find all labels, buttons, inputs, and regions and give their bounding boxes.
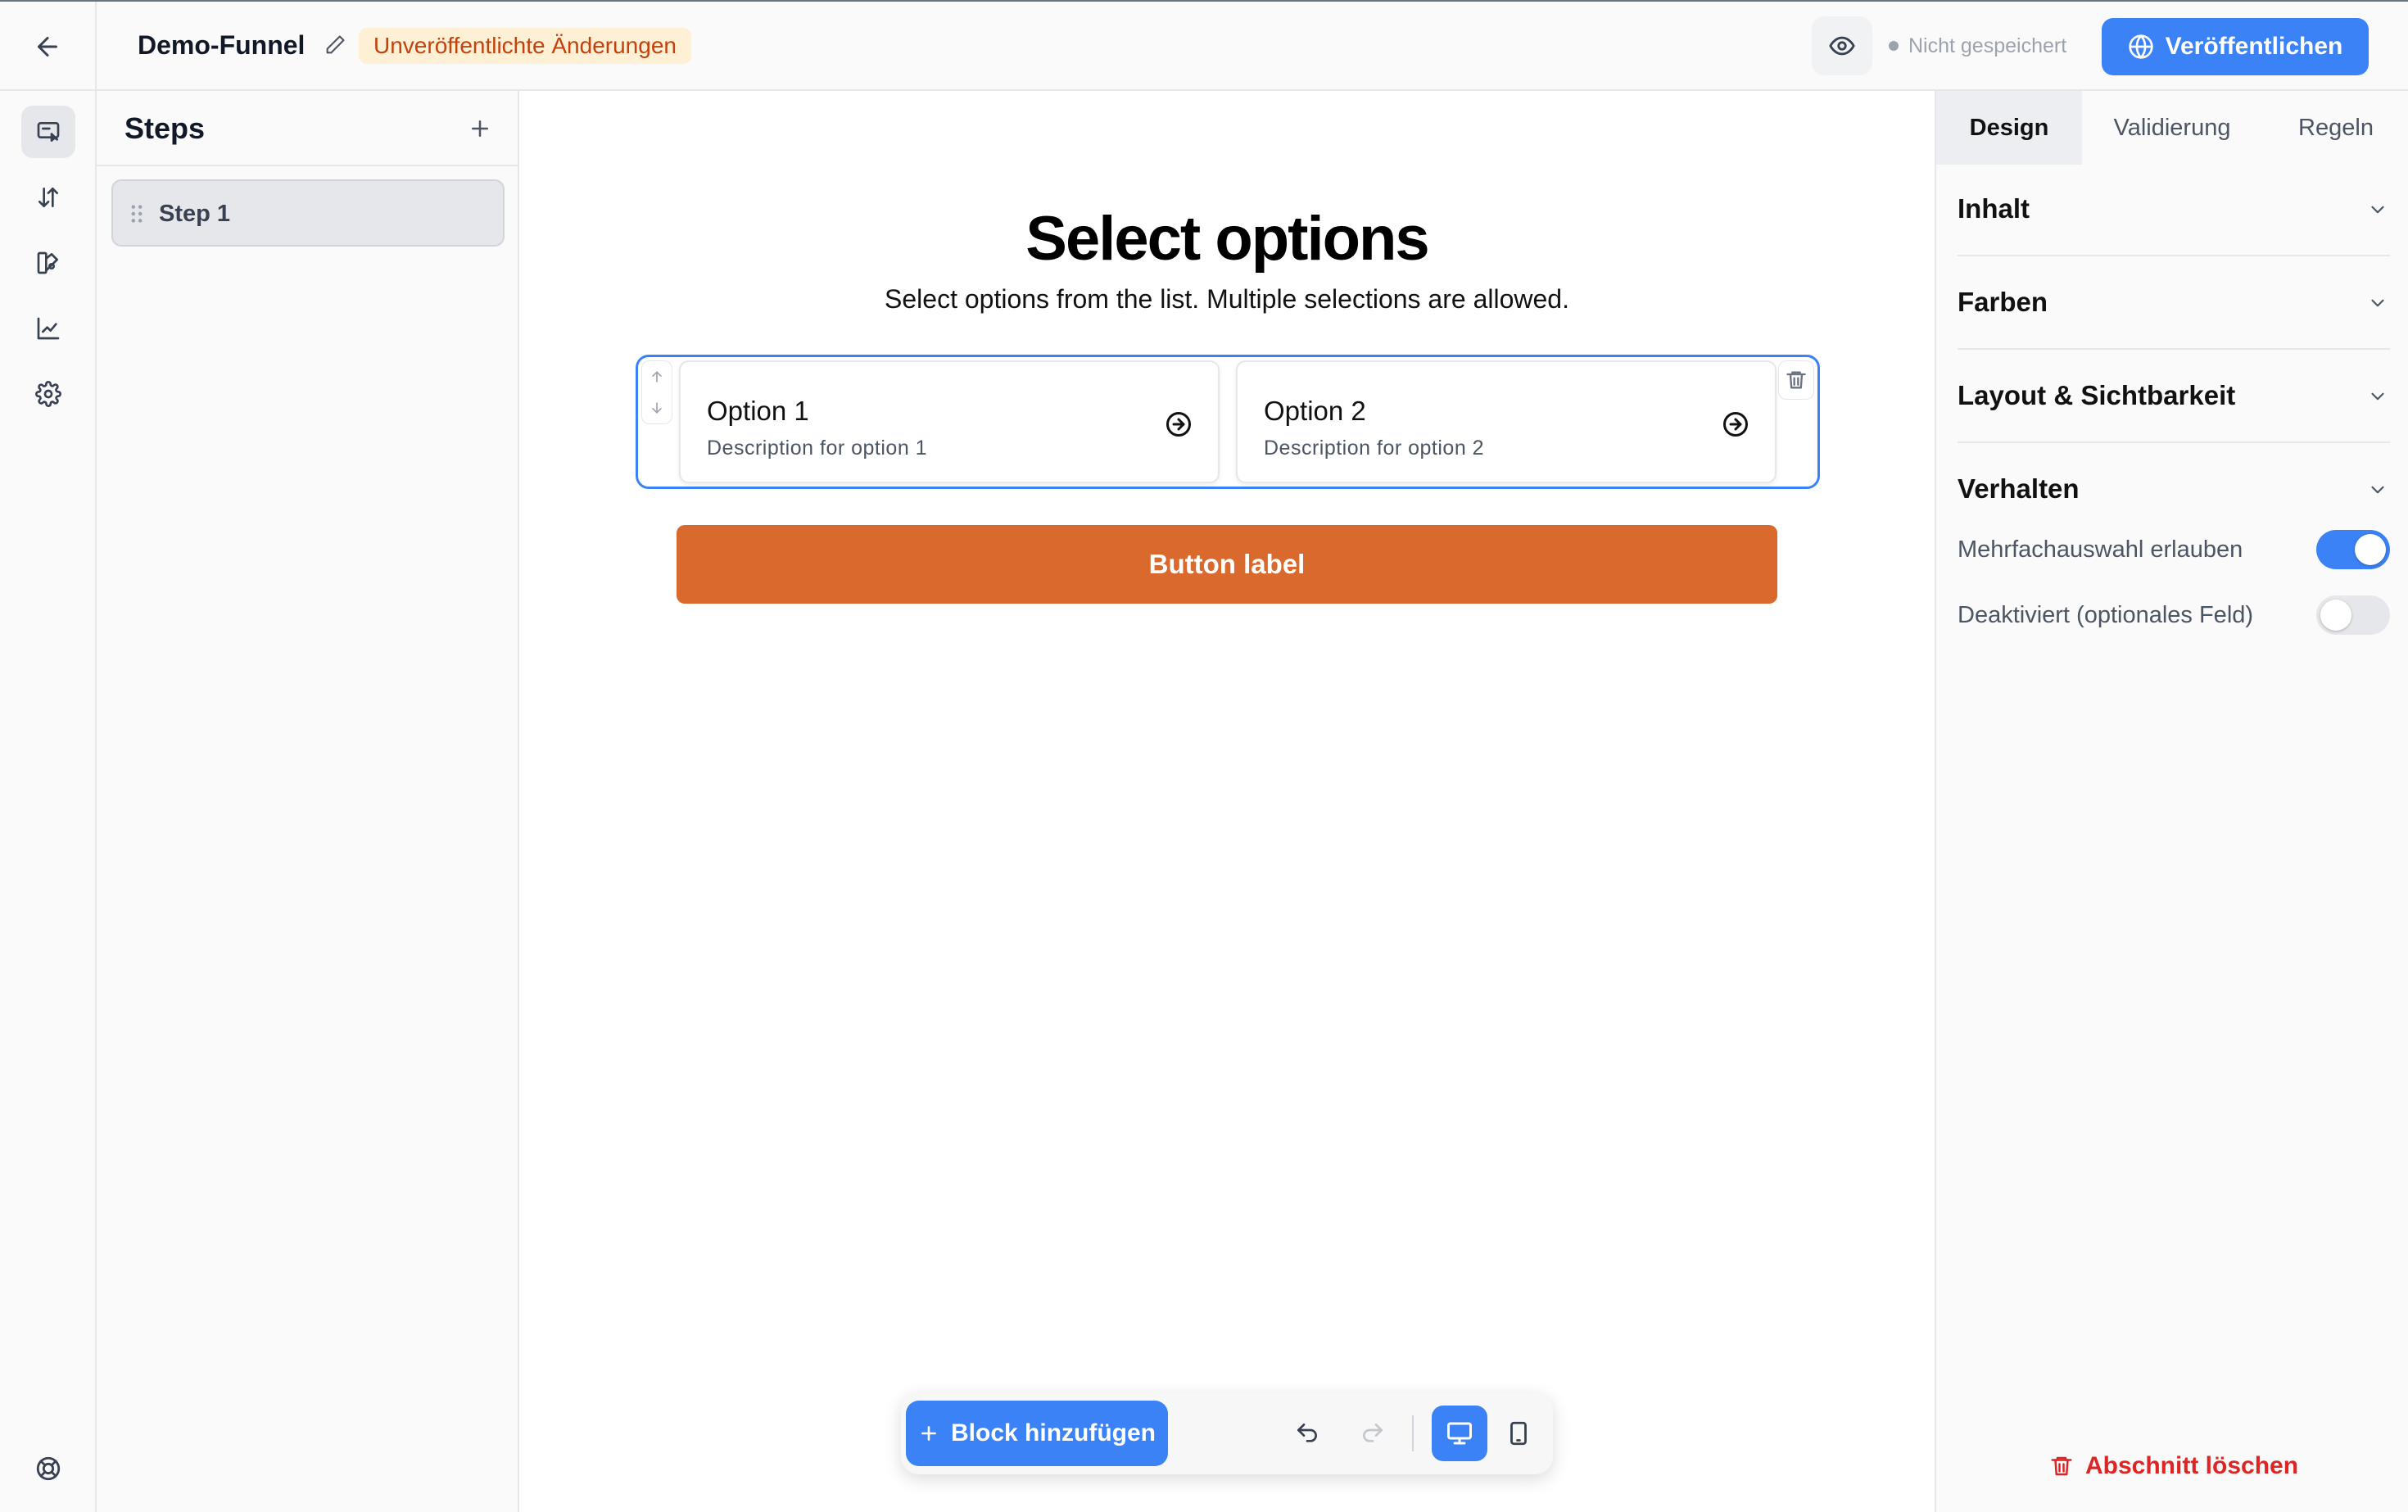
arrow-circle-right-icon bbox=[1166, 412, 1191, 437]
section-label: Farben bbox=[1958, 287, 2048, 317]
mobile-view-button[interactable] bbox=[1491, 1406, 1546, 1461]
delete-section-label: Abschnitt löschen bbox=[2085, 1452, 2299, 1479]
toolbar-divider bbox=[1412, 1415, 1414, 1451]
steps-title: Steps bbox=[124, 111, 206, 145]
left-rail bbox=[0, 91, 97, 1512]
move-controls bbox=[641, 360, 672, 424]
option-title: Option 2 bbox=[1264, 396, 1366, 426]
theme-icon bbox=[37, 251, 58, 274]
trash-icon bbox=[2051, 1456, 2072, 1476]
add-block-button[interactable]: Block hinzufügen bbox=[906, 1401, 1168, 1466]
section-inhalt[interactable]: Inhalt bbox=[1958, 165, 2390, 256]
unpublished-badge: Unveröffentlichte Änderungen bbox=[359, 28, 691, 64]
tab-validierung[interactable]: Validierung bbox=[2082, 91, 2262, 165]
status-dot-icon bbox=[1889, 41, 1899, 51]
multi-select-row: Mehrfachauswahl erlauben bbox=[1958, 525, 2390, 574]
toggle-knob bbox=[2355, 534, 2386, 565]
editor-icon bbox=[37, 122, 60, 142]
section-label: Layout & Sichtbarkeit bbox=[1958, 380, 2236, 410]
top-bar: Demo-Funnel Unveröffentlichte Änderungen… bbox=[0, 0, 2408, 91]
funnel-title: Demo-Funnel bbox=[138, 30, 306, 60]
toggle-knob bbox=[2320, 600, 2351, 631]
delete-section-button[interactable]: Abschnitt löschen bbox=[2049, 1446, 2298, 1487]
globe-icon bbox=[2128, 34, 2153, 59]
redo-button[interactable] bbox=[1350, 1410, 1396, 1456]
step-label: Step 1 bbox=[159, 201, 231, 227]
option-card[interactable]: Option 2 Description for option 2 bbox=[1236, 360, 1777, 483]
section-verhalten[interactable]: Verhalten bbox=[1958, 445, 2390, 536]
eye-icon bbox=[1829, 36, 1855, 56]
rail-editor[interactable] bbox=[21, 106, 75, 158]
section-label: Verhalten bbox=[1958, 473, 2080, 504]
rail-theme[interactable] bbox=[21, 237, 75, 289]
cta-button[interactable]: Button label bbox=[677, 525, 1777, 604]
properties-panel: Design Validierung Regeln Inhalt Farben … bbox=[1935, 91, 2408, 1512]
multi-select-label: Mehrfachauswahl erlauben bbox=[1958, 536, 2243, 563]
chevron-down-icon bbox=[2371, 299, 2384, 307]
step-item[interactable]: Step 1 bbox=[111, 179, 505, 247]
block-subheading[interactable]: Select options from the list. Multiple s… bbox=[519, 281, 1935, 317]
sort-icon bbox=[38, 188, 58, 207]
delete-block-button[interactable] bbox=[1778, 360, 1814, 400]
arrow-up-icon[interactable] bbox=[649, 369, 665, 385]
device-switcher bbox=[1424, 1401, 1546, 1466]
block-heading[interactable]: Select options bbox=[519, 202, 1935, 276]
chevron-down-icon bbox=[2371, 486, 2384, 494]
disabled-toggle[interactable] bbox=[2316, 595, 2390, 635]
chart-icon bbox=[37, 317, 60, 340]
drag-handle-icon[interactable] bbox=[129, 202, 144, 225]
add-block-label: Block hinzufügen bbox=[951, 1419, 1156, 1446]
option-title: Option 1 bbox=[707, 396, 809, 426]
preview-button[interactable] bbox=[1812, 16, 1872, 75]
option-description: Description for option 2 bbox=[1264, 437, 1485, 459]
tab-design[interactable]: Design bbox=[1936, 91, 2082, 165]
section-layout[interactable]: Layout & Sichtbarkeit bbox=[1958, 351, 2390, 443]
arrow-left-icon bbox=[38, 36, 57, 57]
arrow-circle-right-icon bbox=[1723, 412, 1748, 437]
monitor-icon bbox=[1447, 1422, 1472, 1445]
rail-help[interactable] bbox=[21, 1442, 75, 1495]
options-block[interactable]: Option 1 Description for option 1 Option… bbox=[636, 355, 1820, 489]
chevron-down-icon bbox=[2371, 206, 2384, 214]
pencil-icon bbox=[326, 35, 345, 54]
save-status-text: Nicht gespeichert bbox=[1908, 34, 2067, 57]
save-status: Nicht gespeichert bbox=[1889, 31, 2066, 61]
tablet-icon bbox=[1510, 1421, 1527, 1446]
trash-icon bbox=[1786, 371, 1806, 389]
lifebuoy-icon bbox=[36, 1456, 61, 1481]
rail-settings[interactable] bbox=[21, 368, 75, 420]
chevron-down-icon bbox=[2371, 392, 2384, 401]
section-label: Inhalt bbox=[1958, 193, 2030, 224]
redo-icon bbox=[1363, 1424, 1383, 1442]
steps-header: Steps bbox=[97, 91, 518, 166]
properties-tabs: Design Validierung Regeln bbox=[1936, 91, 2408, 165]
publish-label: Veröffentlichen bbox=[2165, 33, 2343, 60]
option-card[interactable]: Option 1 Description for option 1 bbox=[679, 360, 1220, 483]
publish-button[interactable]: Veröffentlichen bbox=[2102, 18, 2369, 75]
disabled-row: Deaktiviert (optionales Feld) bbox=[1958, 591, 2390, 640]
section-farben[interactable]: Farben bbox=[1958, 258, 2390, 350]
disabled-label: Deaktiviert (optionales Feld) bbox=[1958, 602, 2254, 628]
add-step-button[interactable] bbox=[464, 112, 496, 145]
undo-icon bbox=[1297, 1424, 1317, 1442]
desktop-view-button[interactable] bbox=[1432, 1406, 1487, 1461]
floating-toolbar: Block hinzufügen bbox=[901, 1392, 1553, 1474]
option-description: Description for option 1 bbox=[707, 437, 928, 459]
rail-analytics[interactable] bbox=[21, 302, 75, 355]
multi-select-toggle[interactable] bbox=[2316, 530, 2390, 569]
back-button[interactable] bbox=[0, 2, 97, 91]
plus-icon bbox=[921, 1426, 936, 1441]
arrow-down-icon[interactable] bbox=[649, 400, 665, 416]
steps-panel: Steps Step 1 bbox=[97, 91, 519, 1512]
plus-icon bbox=[472, 120, 488, 137]
edit-title-button[interactable] bbox=[321, 31, 349, 59]
undo-button[interactable] bbox=[1284, 1410, 1330, 1456]
tab-regeln[interactable]: Regeln bbox=[2262, 91, 2408, 165]
rail-sort[interactable] bbox=[21, 171, 75, 224]
canvas: Select options Select options from the l… bbox=[519, 91, 1935, 1512]
gear-icon bbox=[35, 381, 61, 407]
